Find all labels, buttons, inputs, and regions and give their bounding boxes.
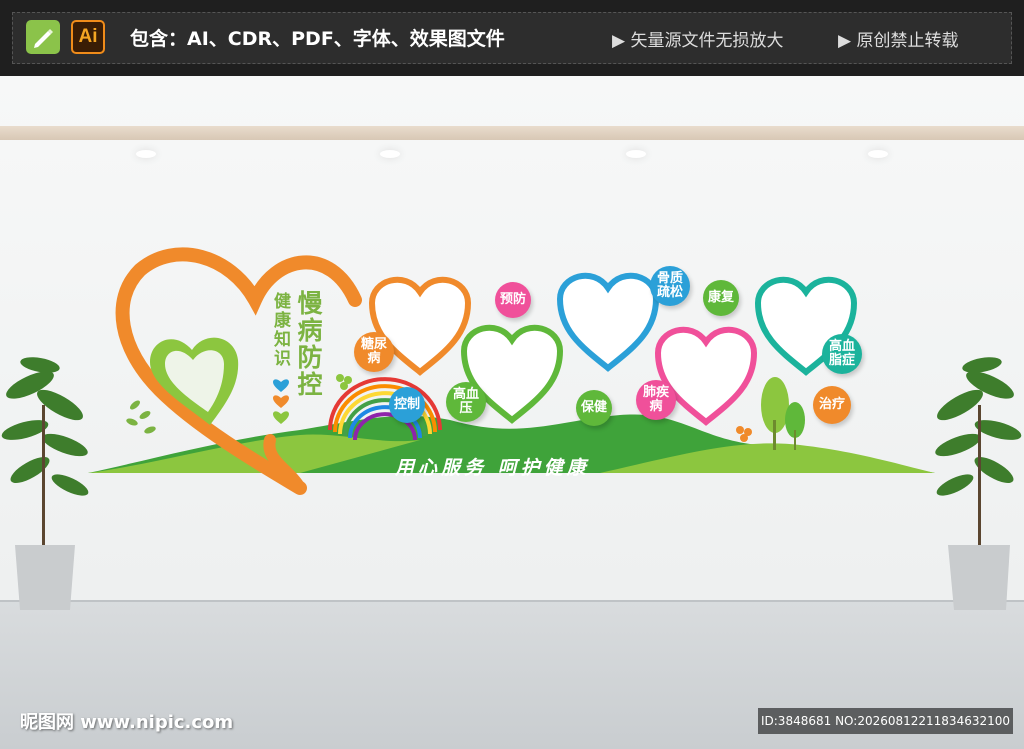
circle-hyperlipidemia: 高血脂症 [822,334,862,374]
circle-prevention: 预防 [495,282,531,318]
circle-label: 预防 [499,292,526,307]
circle-label: 保健 [580,400,607,415]
circle-hypertension: 高血压 [446,382,486,422]
circle-osteoporosis: 骨质疏松 [650,266,690,306]
circle-label: 肺疾病 [642,385,669,414]
wall-display-graphic [88,247,935,495]
circle-control: 控制 [389,387,425,423]
circle-label: 康复 [707,290,734,305]
circle-diabetes: 糖尿病 [354,332,394,372]
circle-label: 控制 [393,397,420,412]
circle-treatment: 治疗 [813,386,851,424]
circle-healthcare: 保健 [576,390,612,426]
circle-label: 糖尿病 [360,337,387,366]
main-title: 慢病防控 [294,290,323,398]
potted-plant-right [935,357,1022,610]
circle-label: 高血压 [452,387,479,416]
circle-label: 高血脂症 [828,339,855,368]
slogan: 用心服务 呵护健康 [395,457,590,479]
circle-label: 治疗 [818,397,845,412]
image-id-watermark: ID:3848681 NO:20260812211834632100 [758,708,1013,734]
potted-plant-left [1,357,89,610]
circle-label: 骨质疏松 [656,271,683,300]
circle-rehab: 康复 [703,280,739,316]
site-watermark: 昵图网 www.nipic.com [20,712,234,733]
circle-lung-disease: 肺疾病 [636,380,676,420]
